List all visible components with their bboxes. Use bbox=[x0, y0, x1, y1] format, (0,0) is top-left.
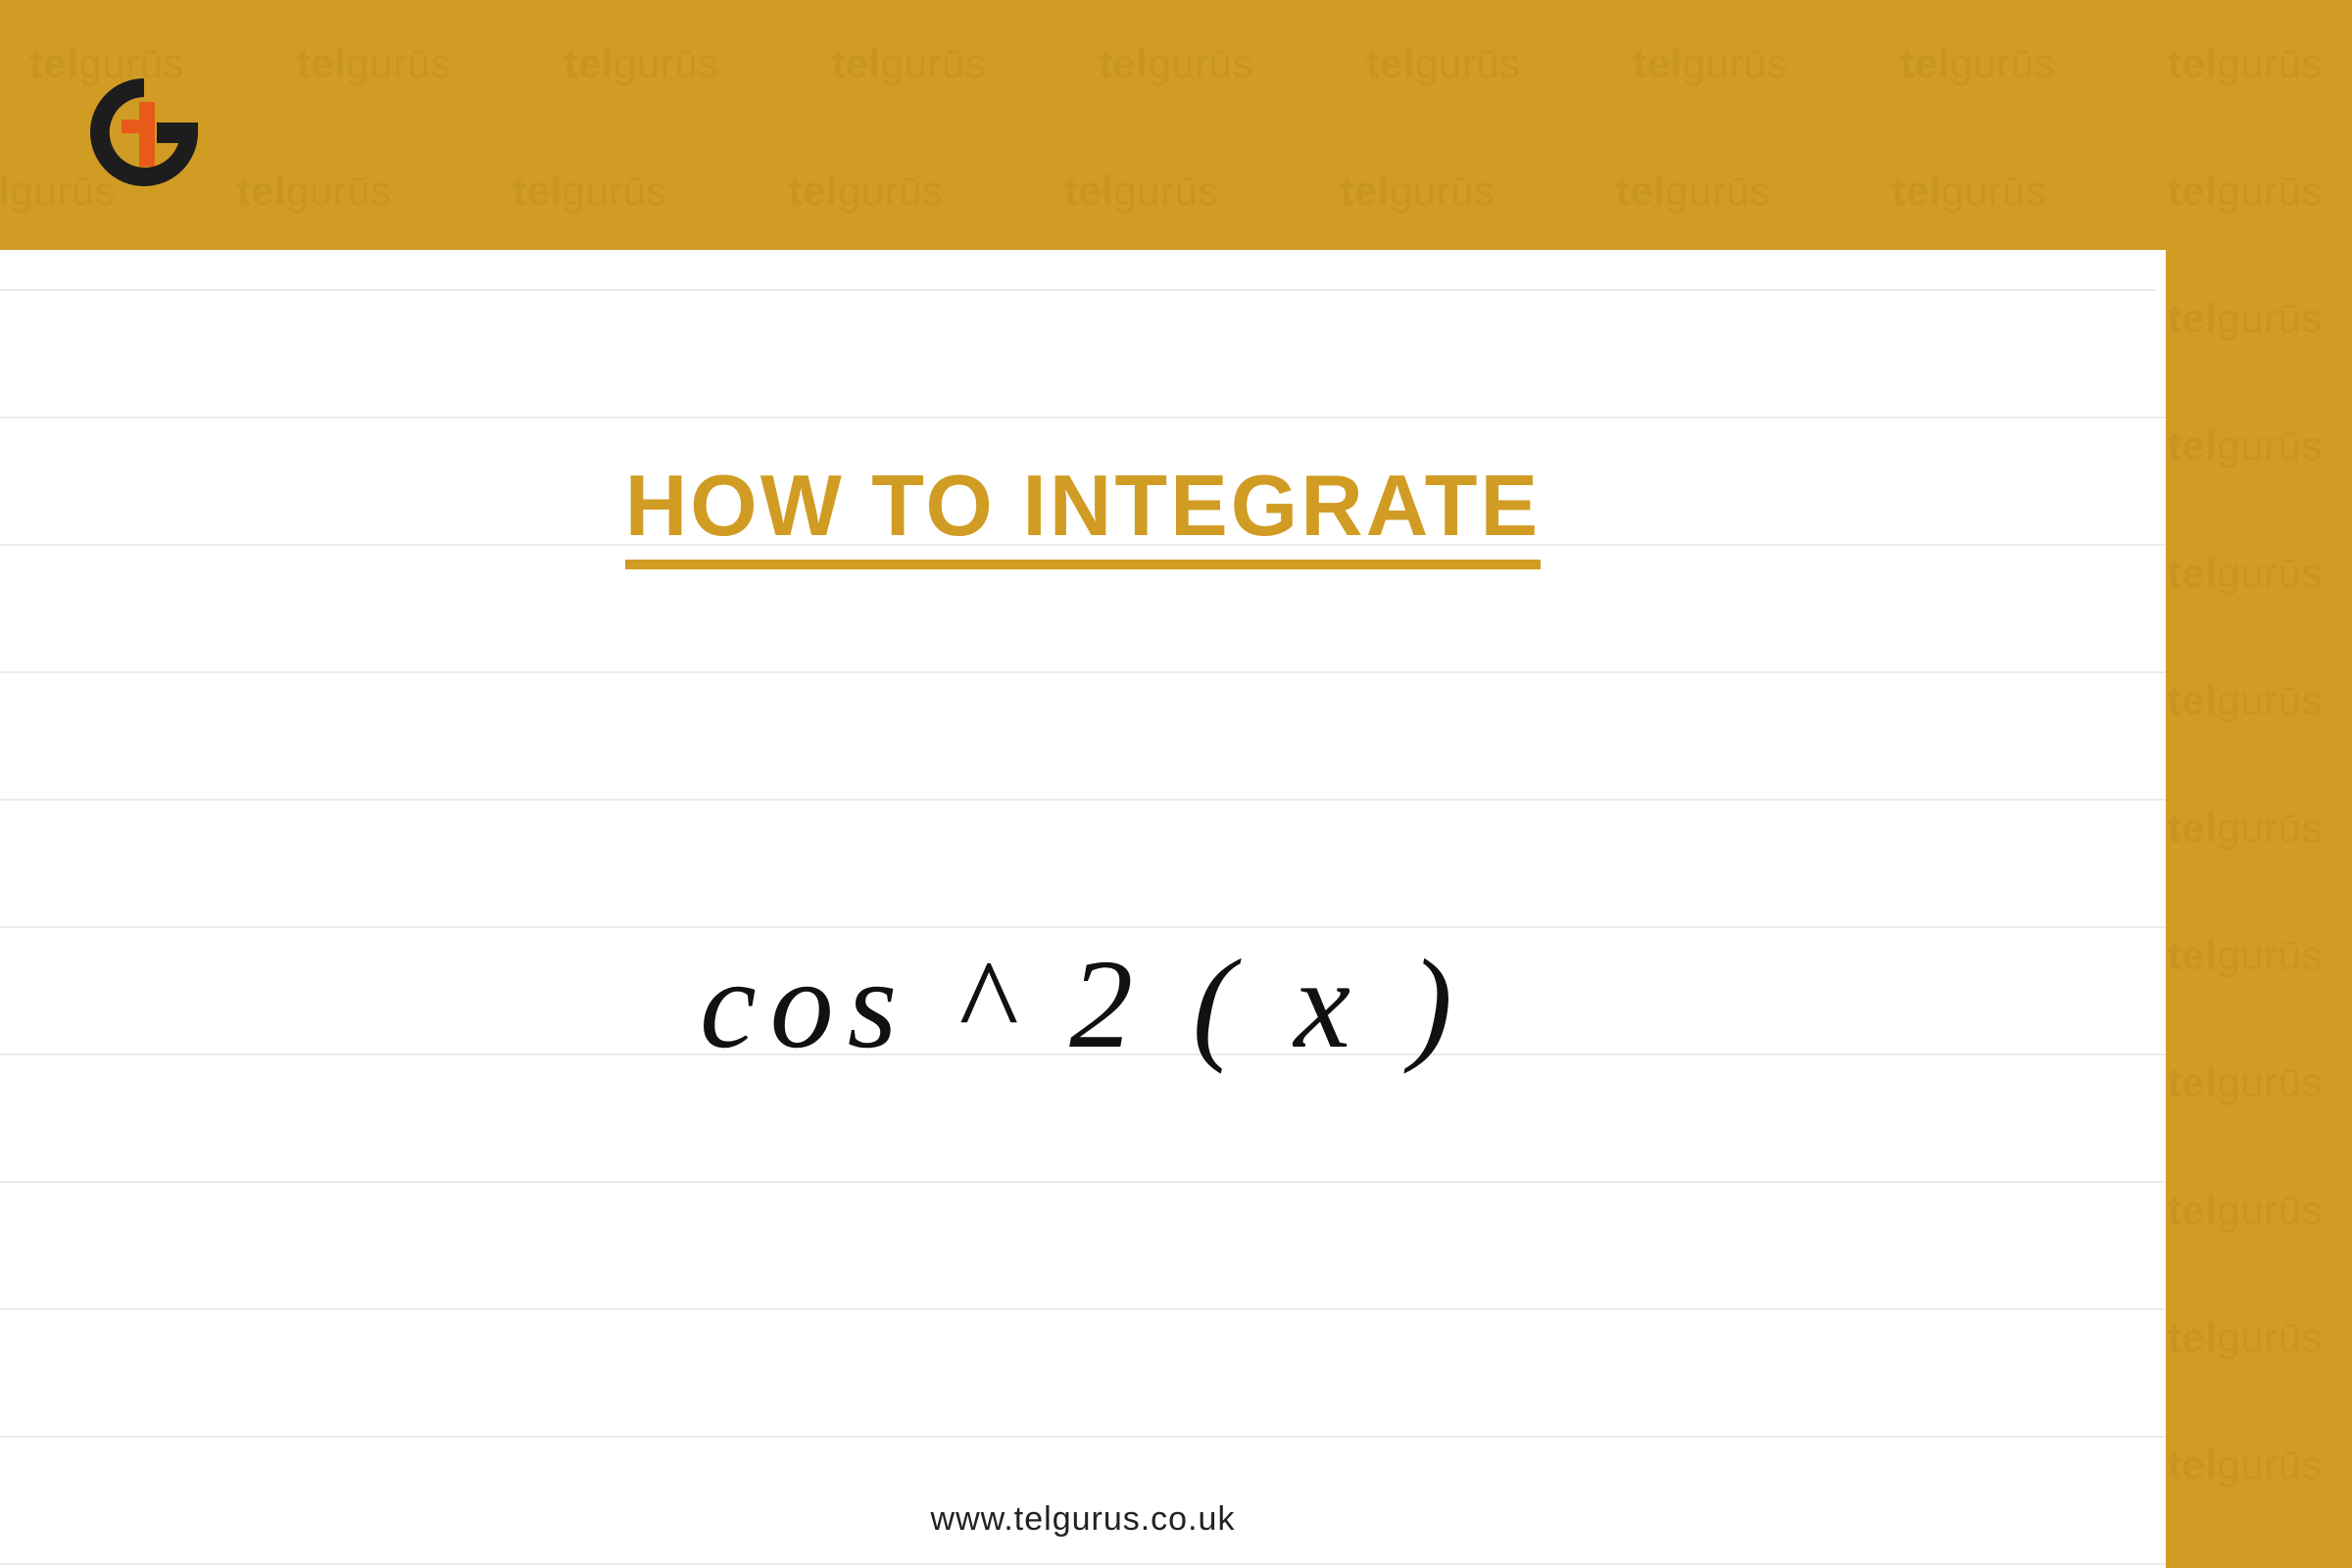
site-url: www.telgurus.co.uk bbox=[0, 1500, 2166, 1539]
ruling-lines bbox=[0, 250, 2166, 1568]
title-text: HOW TO INTEGRATE bbox=[625, 457, 1542, 569]
notebook-page bbox=[0, 250, 2166, 1568]
math-formula: cos ^ 2 ( x ) bbox=[0, 931, 2166, 1078]
right-strip bbox=[2166, 0, 2352, 1568]
telgurus-logo bbox=[80, 69, 208, 196]
formula-text: cos ^ 2 ( x ) bbox=[700, 934, 1466, 1075]
url-text: www.telgurus.co.uk bbox=[931, 1500, 1236, 1538]
header-bar bbox=[0, 0, 2352, 250]
page-title: HOW TO INTEGRATE bbox=[0, 456, 2166, 556]
